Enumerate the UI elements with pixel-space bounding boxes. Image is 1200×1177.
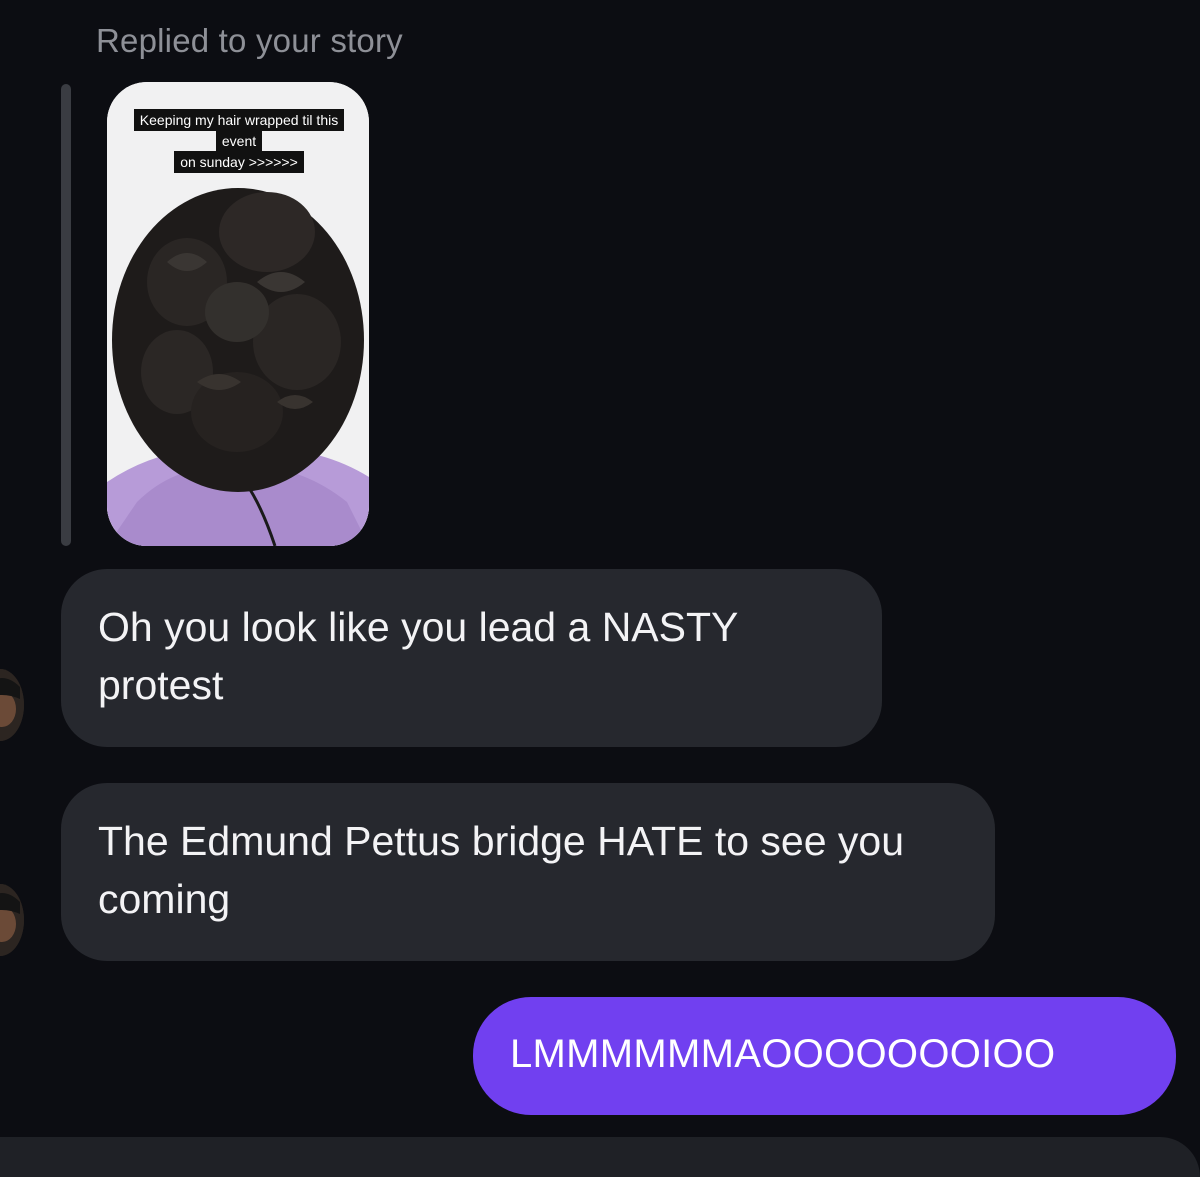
- message-bubble-incoming[interactable]: The Edmund Pettus bridge HATE to see you…: [61, 783, 995, 961]
- reply-quote-bar: [61, 84, 71, 546]
- story-caption: Keeping my hair wrapped til this event o…: [123, 109, 355, 173]
- sender-avatar[interactable]: [0, 669, 24, 741]
- story-caption-line-1: Keeping my hair wrapped til this event: [133, 109, 345, 152]
- message-text: The Edmund Pettus bridge HATE to see you…: [98, 818, 905, 922]
- sender-avatar[interactable]: [0, 884, 24, 956]
- reply-context-label: Replied to your story: [96, 22, 403, 59]
- story-thumbnail[interactable]: Keeping my hair wrapped til this event o…: [107, 82, 369, 546]
- next-message-bubble-peek: [0, 1137, 1200, 1177]
- message-bubble-incoming[interactable]: Oh you look like you lead a NASTY protes…: [61, 569, 882, 747]
- message-text: Oh you look like you lead a NASTY protes…: [98, 604, 738, 708]
- avatar-photo: [0, 669, 24, 741]
- message-bubble-outgoing[interactable]: LMMMMMMAOOOOOOOIOO: [473, 997, 1176, 1115]
- avatar-photo: [0, 884, 24, 956]
- message-text: LMMMMMMAOOOOOOOIOO: [510, 1032, 1056, 1076]
- story-caption-line-2: on sunday >>>>>>: [174, 151, 304, 173]
